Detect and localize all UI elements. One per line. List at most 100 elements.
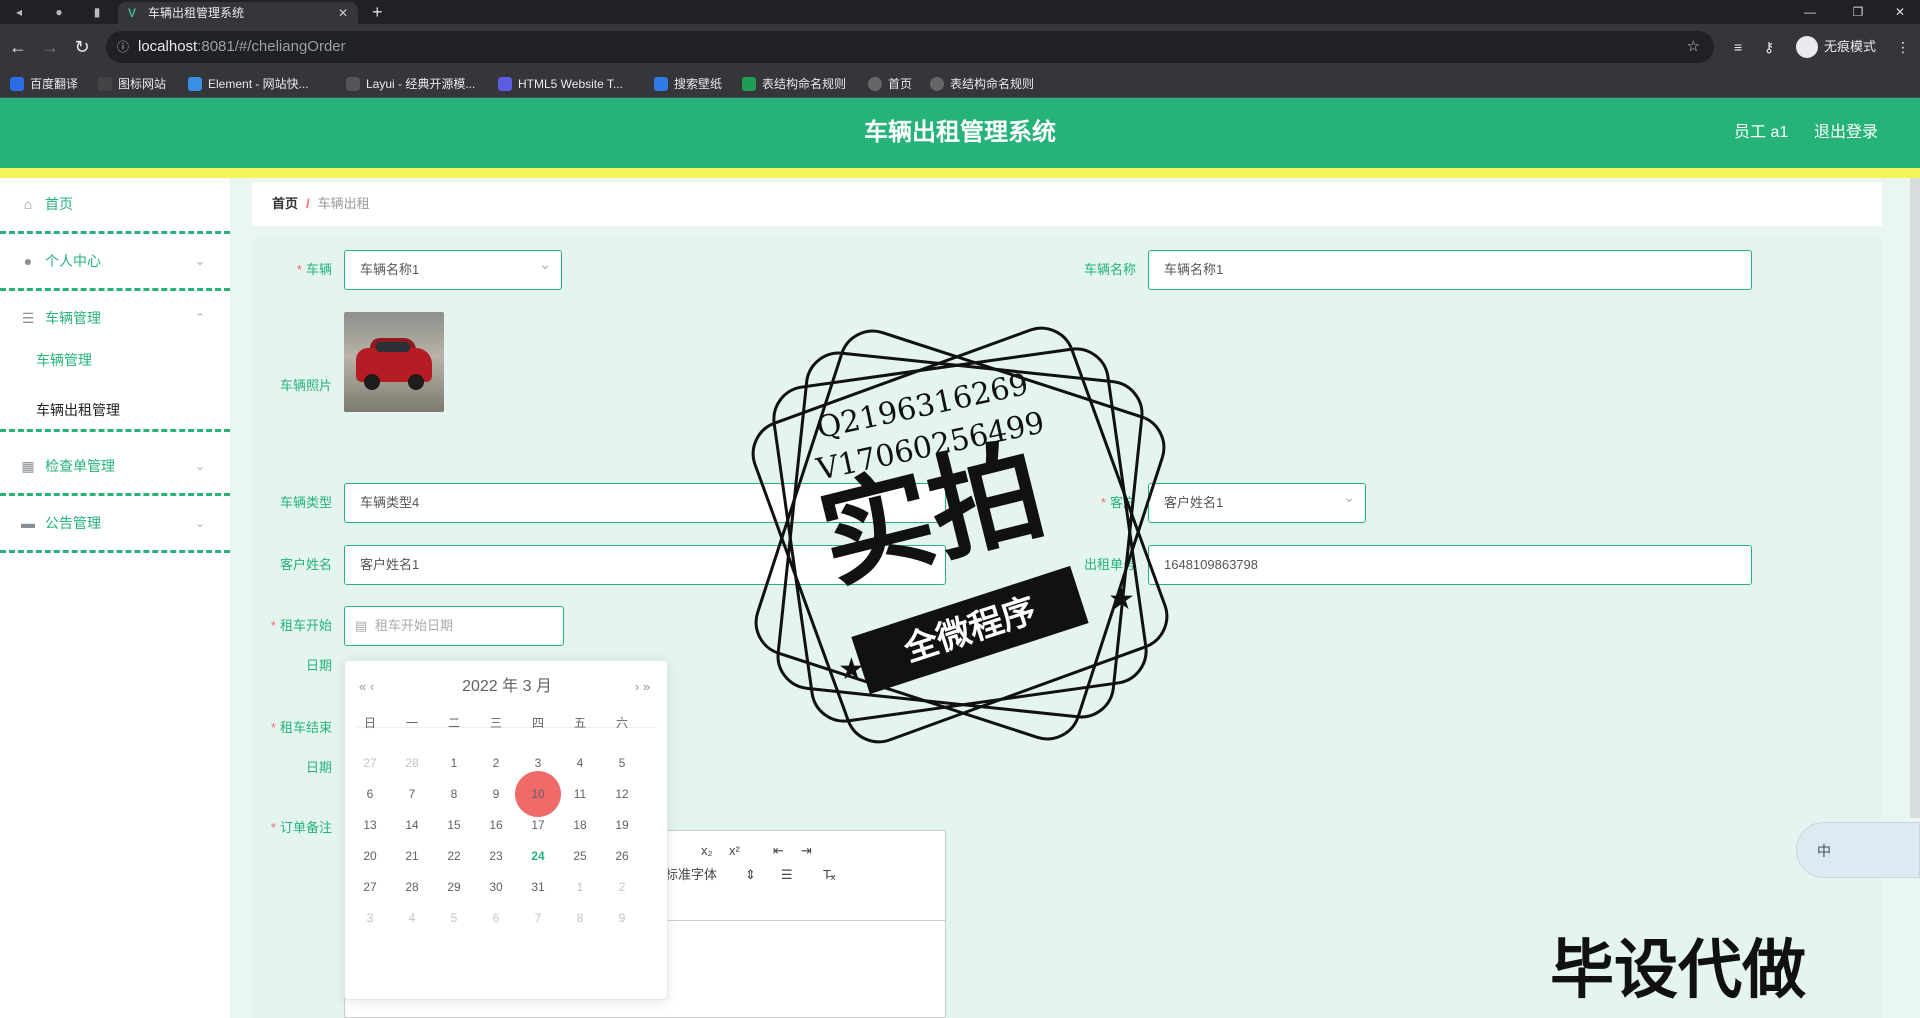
align-icon[interactable]: ☰ bbox=[781, 865, 793, 885]
date-cell[interactable]: 24 bbox=[523, 844, 553, 868]
date-cell[interactable]: 19 bbox=[607, 813, 637, 837]
bookmark-item[interactable]: 图标网站 bbox=[98, 74, 166, 94]
browser-tab[interactable]: V 车辆出租管理系统 ✕ bbox=[118, 2, 358, 24]
date-cell[interactable]: 15 bbox=[439, 813, 469, 837]
weekday-header: 日 bbox=[363, 716, 376, 730]
bookmark-item[interactable]: HTML5 Website T... bbox=[498, 74, 623, 94]
date-cell[interactable]: 12 bbox=[607, 782, 637, 806]
date-cell[interactable]: 25 bbox=[565, 844, 595, 868]
bookmark-item[interactable]: 首页 bbox=[868, 74, 912, 94]
date-cell[interactable]: 29 bbox=[439, 875, 469, 899]
bookmark-item[interactable]: 搜索壁纸 bbox=[654, 74, 722, 94]
reload-icon[interactable]: ↻ bbox=[70, 36, 94, 58]
sidebar-item-announcements[interactable]: ▬ 公告管理 ⌄ bbox=[0, 497, 230, 553]
date-cell[interactable]: 3 bbox=[523, 751, 553, 775]
order-number-field[interactable]: 1648109863798 bbox=[1148, 545, 1752, 585]
superscript-button[interactable]: x² bbox=[729, 841, 740, 861]
date-cell[interactable]: 9 bbox=[481, 782, 511, 806]
date-cell[interactable]: 21 bbox=[397, 844, 427, 868]
bookmark-item[interactable]: 百度翻译 bbox=[10, 74, 78, 94]
date-cell[interactable]: 5 bbox=[607, 751, 637, 775]
window-icon[interactable]: ▮ bbox=[88, 3, 106, 21]
tab-close-icon[interactable]: ✕ bbox=[338, 2, 348, 24]
date-cell[interactable]: 4 bbox=[397, 906, 427, 930]
window-close-icon[interactable]: ✕ bbox=[1880, 0, 1920, 24]
bookmark-star-icon[interactable]: ☆ bbox=[1687, 31, 1700, 63]
date-cell[interactable]: 31 bbox=[523, 875, 553, 899]
date-cell[interactable]: 30 bbox=[481, 875, 511, 899]
clear-format-button[interactable]: T̶ₓ bbox=[823, 865, 835, 885]
breadcrumb-separator: / bbox=[306, 196, 310, 211]
date-cell[interactable]: 3 bbox=[355, 906, 385, 930]
vehicle-name-field[interactable]: 车辆名称1 bbox=[1148, 250, 1752, 290]
date-cell[interactable]: 5 bbox=[439, 906, 469, 930]
date-cell[interactable]: 8 bbox=[565, 906, 595, 930]
subscript-button[interactable]: x₂ bbox=[701, 841, 713, 861]
ime-widget[interactable]: 中 bbox=[1796, 822, 1920, 878]
outdent-icon[interactable]: ⇤ bbox=[773, 841, 784, 861]
date-cell[interactable]: 14 bbox=[397, 813, 427, 837]
bookmark-item[interactable]: 表结构命名规则 bbox=[742, 74, 846, 94]
next-month-year-icon[interactable]: › » bbox=[635, 675, 650, 699]
indent-icon[interactable]: ⇥ bbox=[801, 841, 812, 861]
weekday-header: 六 bbox=[615, 716, 628, 730]
tab-audio-icon[interactable]: ◂ bbox=[10, 3, 28, 21]
date-cell[interactable]: 28 bbox=[397, 751, 427, 775]
browser-menu-icon[interactable]: ⋮ bbox=[1896, 36, 1910, 58]
new-tab-icon[interactable]: + bbox=[372, 2, 383, 22]
date-cell[interactable]: 20 bbox=[355, 844, 385, 868]
date-cell[interactable]: 6 bbox=[481, 906, 511, 930]
date-cell[interactable]: 13 bbox=[355, 813, 385, 837]
date-cell[interactable]: 22 bbox=[439, 844, 469, 868]
restore-icon[interactable]: ❐ bbox=[1838, 0, 1878, 24]
sidebar-subitem-vehicles[interactable]: 车辆管理 bbox=[36, 350, 92, 370]
back-icon[interactable]: ← bbox=[6, 36, 30, 58]
date-cell[interactable]: 27 bbox=[355, 751, 385, 775]
date-cell[interactable]: 11 bbox=[565, 782, 595, 806]
key-icon[interactable]: ⚷ bbox=[1764, 36, 1774, 58]
vue-favicon-icon: V bbox=[128, 6, 137, 20]
rental-start-date-input[interactable]: ▤ 租车开始日期 bbox=[344, 606, 564, 646]
breadcrumb-current: 车辆出租 bbox=[317, 196, 370, 211]
date-cell[interactable]: 10 bbox=[523, 782, 553, 806]
date-cell[interactable]: 16 bbox=[481, 813, 511, 837]
sidebar-item-profile[interactable]: ● 个人中心 ⌄ bbox=[0, 235, 230, 291]
date-cell[interactable]: 26 bbox=[607, 844, 637, 868]
minimize-icon[interactable]: — bbox=[1790, 0, 1830, 24]
bookmarks-bar: 百度翻译 图标网站 Element - 网站快... Layui - 经典开源模… bbox=[0, 70, 1920, 98]
globe-icon[interactable]: ● bbox=[50, 3, 68, 21]
date-cell[interactable]: 18 bbox=[565, 813, 595, 837]
bookmark-item[interactable]: 表结构命名规则 bbox=[930, 74, 1034, 94]
breadcrumb-home[interactable]: 首页 bbox=[272, 196, 298, 211]
reading-list-icon[interactable]: ≡ bbox=[1734, 36, 1742, 58]
date-cell[interactable]: 4 bbox=[565, 751, 595, 775]
date-cell[interactable]: 1 bbox=[565, 875, 595, 899]
date-cell[interactable]: 7 bbox=[397, 782, 427, 806]
incognito-indicator[interactable]: 无痕模式 bbox=[1796, 34, 1876, 60]
date-cell[interactable]: 17 bbox=[523, 813, 553, 837]
sidebar-item-home[interactable]: ⌂ 首页 bbox=[0, 178, 230, 234]
vehicle-select[interactable]: 车辆名称1 bbox=[344, 250, 562, 290]
ticket-icon: ▬ bbox=[21, 515, 35, 531]
date-cell[interactable]: 8 bbox=[439, 782, 469, 806]
forward-icon[interactable]: → bbox=[38, 36, 62, 58]
date-cell[interactable]: 2 bbox=[607, 875, 637, 899]
page-scrollbar[interactable] bbox=[1910, 178, 1920, 818]
date-cell[interactable]: 28 bbox=[397, 875, 427, 899]
bookmark-item[interactable]: Layui - 经典开源模... bbox=[346, 74, 475, 94]
sidebar-item-inspection[interactable]: ▦ 检查单管理 ⌄ bbox=[0, 440, 230, 496]
date-cell[interactable]: 7 bbox=[523, 906, 553, 930]
date-cell[interactable]: 6 bbox=[355, 782, 385, 806]
url-input[interactable]: ⓘ localhost:8081/#/cheliangOrder ☆ bbox=[106, 31, 1714, 63]
bookmark-item[interactable]: Element - 网站快... bbox=[188, 74, 309, 94]
date-cell[interactable]: 1 bbox=[439, 751, 469, 775]
logout-button[interactable]: 退出登录 bbox=[1814, 120, 1878, 146]
date-cell[interactable]: 23 bbox=[481, 844, 511, 868]
date-cell[interactable]: 9 bbox=[607, 906, 637, 930]
font-select[interactable]: 标准字体 bbox=[665, 865, 717, 885]
date-cell[interactable]: 2 bbox=[481, 751, 511, 775]
sidebar-item-vehicle-management[interactable]: ☰ 车辆管理 ⌃ 车辆管理 车辆出租管理 bbox=[0, 292, 230, 432]
date-cell[interactable]: 27 bbox=[355, 875, 385, 899]
sidebar-subitem-rental-orders[interactable]: 车辆出租管理 bbox=[36, 400, 120, 420]
site-info-icon[interactable]: ⓘ bbox=[117, 31, 129, 63]
